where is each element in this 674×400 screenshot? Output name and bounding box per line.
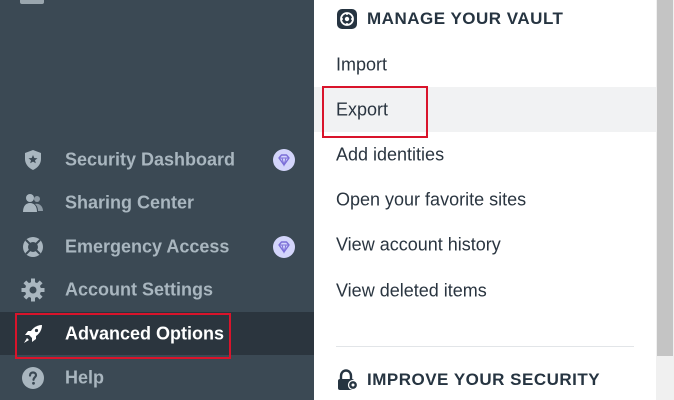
sidebar-item-security-dashboard[interactable]: Security Dashboard [0,138,314,181]
menu-item-label: Open your favorite sites [336,189,527,209]
hamburger-menu-icon[interactable] [20,0,44,4]
scrollbar-thumb[interactable] [657,0,673,356]
menu-item-open-favorite-sites[interactable]: Open your favorite sites [314,177,656,222]
highlight-box-export [322,86,428,138]
sidebar-item-account-settings[interactable]: Account Settings [0,268,314,311]
premium-gem-icon [273,235,295,258]
menu-item-view-deleted-items[interactable]: View deleted items [314,268,656,313]
menu-item-add-identities[interactable]: Add identities [314,132,656,177]
shield-star-icon [25,149,41,170]
menu-item-view-account-history[interactable]: View account history [314,222,656,267]
lock-gear-icon [338,369,358,391]
section-divider [336,346,634,347]
menu-item-label: View account history [336,234,501,254]
menu-item-label: Import [336,54,388,74]
menu-item-label: Add identities [336,144,445,164]
highlight-box-advanced-options [15,313,231,359]
sidebar-item-label: Account Settings [65,279,214,299]
menu-item-import[interactable]: Import [314,42,656,87]
premium-gem-icon [273,148,295,171]
sidebar-item-label: Help [65,367,105,387]
vault-icon [337,9,357,29]
people-icon [23,193,43,212]
menu-item-label: View deleted items [336,280,487,300]
sidebar-item-emergency-access[interactable]: Emergency Access [0,225,314,268]
help-icon [22,366,44,389]
gear-icon [21,278,45,301]
sidebar-item-label: Emergency Access [65,236,230,256]
vault-menu-panel: MANAGE YOUR VAULT Import Export Add iden… [314,0,656,400]
sidebar-item-help[interactable]: Help [0,356,314,399]
lifebuoy-icon [23,236,43,257]
section-title: MANAGE YOUR VAULT [367,9,564,28]
sidebar-item-label: Security Dashboard [65,149,236,169]
section-title: IMPROVE YOUR SECURITY [367,370,601,389]
sidebar-item-label: Sharing Center [65,192,195,212]
sidebar-item-sharing-center[interactable]: Sharing Center [0,181,314,224]
